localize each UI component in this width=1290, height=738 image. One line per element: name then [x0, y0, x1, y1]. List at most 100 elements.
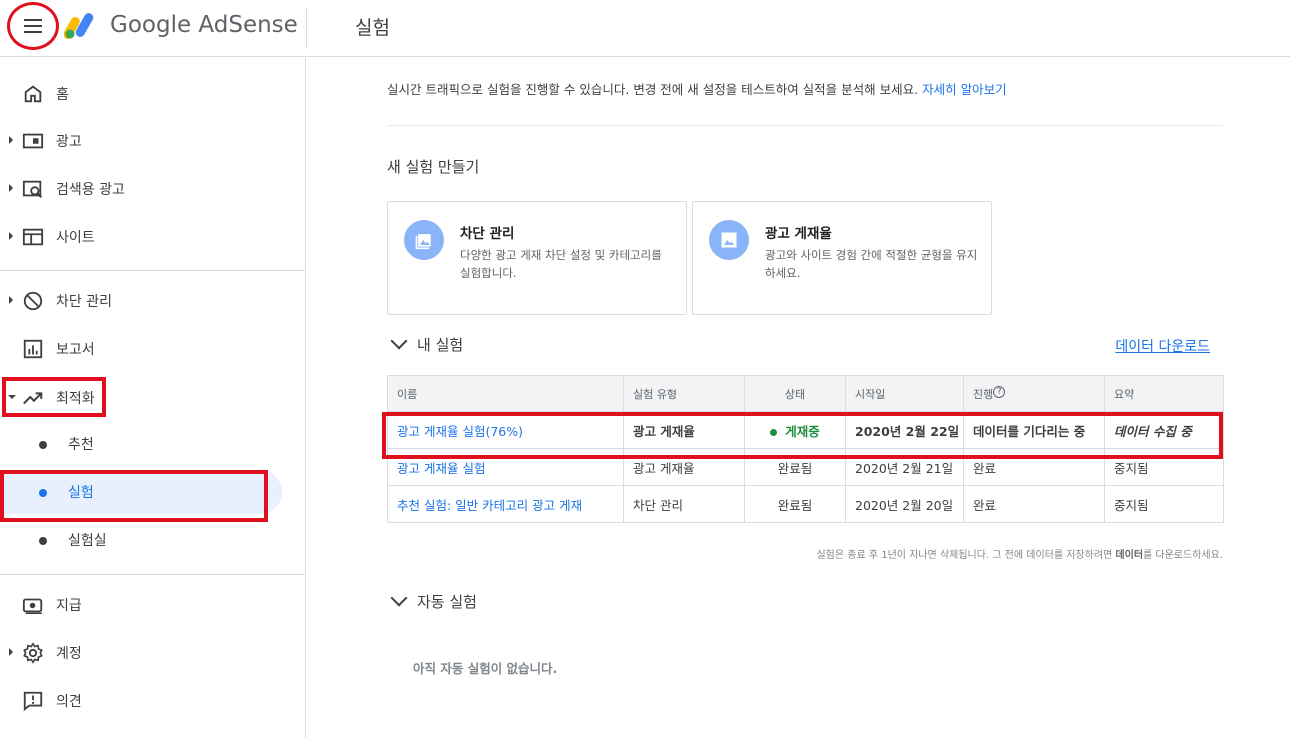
logo-text: Google AdSense — [110, 12, 298, 38]
sidebar-item-search-ads[interactable]: 검색용 광고 — [0, 168, 300, 208]
sidebar-subitem-experiments[interactable]: 실험 — [0, 470, 282, 514]
sidebar-subitem-recommendations[interactable]: 추천 — [0, 422, 300, 466]
sidebar-item-optimization[interactable]: 최적화 — [0, 377, 300, 417]
my-experiments-toggle[interactable]: 내 실험 — [390, 332, 464, 356]
card-description: 광고와 사이트 경험 간에 적절한 균형을 유지하세요. — [765, 248, 978, 280]
sidebar-subitem-label: 실험 — [68, 485, 94, 501]
experiment-type: 광고 게재율 — [623, 411, 745, 449]
auto-experiments-empty: 아직 자동 실험이 없습니다. — [413, 661, 558, 676]
trending-up-icon — [23, 392, 43, 405]
experiment-type: 차단 관리 — [623, 485, 745, 523]
experiment-start: 2020년 2월 21일 — [845, 448, 964, 486]
gear-icon — [23, 642, 43, 664]
sidebar-item-ads[interactable]: 광고 — [0, 120, 300, 160]
footnote-text-end: 를 다운로드하세요. — [1143, 550, 1223, 561]
experiment-name-link[interactable]: 광고 게재율 실험 — [397, 461, 485, 476]
experiment-start: 2020년 2월 22일 — [845, 411, 964, 449]
image-icon — [404, 220, 444, 260]
help-icon[interactable]: ? — [993, 385, 1006, 398]
main-content: 실시간 트래픽으로 실험을 진행할 수 있습니다. 변경 전에 새 설정을 테스… — [307, 58, 1290, 738]
experiments-table: 이름 실험 유형 상태 시작일 진행? 요약 광고 게재율 실험(76%) 광고… — [387, 375, 1224, 523]
column-header-progress[interactable]: 진행? — [963, 375, 1105, 412]
experiment-status: 완료됨 — [744, 485, 846, 523]
menu-highlight-circle — [7, 2, 59, 50]
auto-experiments-toggle[interactable]: 자동 실험 — [390, 589, 477, 613]
bullet-icon — [39, 537, 47, 545]
main-menu-button[interactable] — [7, 2, 59, 50]
block-icon — [23, 291, 43, 311]
sidebar-item-payments[interactable]: 지급 — [0, 584, 300, 624]
experiment-status: 완료됨 — [744, 448, 846, 486]
card-ad-balance[interactable]: 광고 게재율 광고와 사이트 경험 간에 적절한 균형을 유지하세요. — [692, 201, 992, 315]
sidebar-item-label: 사이트 — [56, 230, 95, 246]
table-row[interactable]: 추천 실험: 일반 카테고리 광고 게재 차단 관리 완료됨 2020년 2월 … — [387, 485, 1224, 523]
expand-arrow-icon — [9, 296, 13, 304]
new-experiment-title: 새 실험 만들기 — [387, 158, 480, 176]
column-header-type[interactable]: 실험 유형 — [623, 375, 745, 412]
sidebar-divider — [0, 270, 305, 271]
experiment-progress: 데이터를 기다리는 중 — [963, 411, 1105, 449]
sidebar-item-label: 계정 — [56, 646, 82, 662]
sidebar-item-label: 광고 — [56, 134, 82, 150]
sidebar-item-home[interactable]: 홈 — [0, 73, 300, 113]
experiment-status: 게재중 — [744, 411, 846, 449]
page-title: 실험 — [355, 17, 390, 39]
sidebar-subitem-labs[interactable]: 실험실 — [0, 518, 300, 562]
retention-footnote: 실험은 종료 후 1년이 지나면 삭제됩니다. 그 전에 데이터를 저장하려면 … — [816, 546, 1223, 561]
experiment-type: 광고 게재율 — [623, 448, 745, 486]
image-icon — [709, 220, 749, 260]
sidebar-item-account[interactable]: 계정 — [0, 632, 300, 672]
table-row[interactable]: 광고 게재율 실험(76%) 광고 게재율 게재중 2020년 2월 22일 데… — [387, 411, 1224, 449]
table-header-row: 이름 실험 유형 상태 시작일 진행? 요약 — [387, 375, 1224, 412]
home-icon — [24, 85, 42, 103]
reports-icon — [23, 339, 43, 359]
experiment-summary: 중지됨 — [1104, 448, 1224, 486]
expand-arrow-icon — [9, 648, 13, 656]
search-ads-icon — [22, 180, 43, 199]
download-data-link[interactable]: 데이터 다운로드 — [1115, 336, 1210, 356]
sidebar: 홈 광고 검색용 광고 사이트 차단 관리 보고서 최적화 추천 실험 실험실 … — [0, 58, 306, 738]
experiment-progress: 완료 — [963, 485, 1105, 523]
section-divider — [387, 125, 1223, 126]
learn-more-link[interactable]: 자세히 알아보기 — [922, 82, 1006, 97]
experiment-name-link[interactable]: 추천 실험: 일반 카테고리 광고 게재 — [397, 498, 582, 513]
column-header-start[interactable]: 시작일 — [845, 375, 964, 412]
my-experiments-title: 내 실험 — [417, 335, 464, 354]
sidebar-item-label: 보고서 — [56, 342, 95, 358]
sidebar-item-reports[interactable]: 보고서 — [0, 328, 300, 368]
sidebar-item-label: 차단 관리 — [56, 294, 112, 310]
experiment-start: 2020년 2월 20일 — [845, 485, 964, 523]
sidebar-item-blocking[interactable]: 차단 관리 — [0, 280, 300, 320]
adsense-logo-icon — [64, 13, 94, 39]
experiment-name-link[interactable]: 광고 게재율 실험(76%) — [397, 424, 523, 439]
experiment-summary: 중지됨 — [1104, 485, 1224, 523]
column-header-summary[interactable]: 요약 — [1104, 375, 1224, 412]
footnote-bold: 데이터 — [1115, 550, 1144, 561]
header-divider — [306, 8, 307, 48]
sidebar-divider — [0, 574, 305, 575]
top-app-bar: Google AdSense 실험 — [0, 0, 1290, 57]
card-title: 차단 관리 — [460, 226, 515, 242]
sidebar-item-sites[interactable]: 사이트 — [0, 216, 300, 256]
bullet-icon — [39, 489, 47, 497]
sidebar-item-label: 홈 — [56, 87, 69, 103]
status-label: 게재중 — [785, 423, 820, 439]
intro-description: 실시간 트래픽으로 실험을 진행할 수 있습니다. 변경 전에 새 설정을 테스… — [387, 82, 919, 97]
sites-icon — [22, 228, 44, 246]
card-description: 다양한 광고 게재 차단 설정 및 카테고리를 실험합니다. — [460, 248, 662, 280]
bullet-icon — [39, 441, 47, 449]
sidebar-item-feedback[interactable]: 의견 — [0, 680, 300, 720]
sidebar-subitem-label: 실험실 — [68, 533, 107, 549]
feedback-icon — [23, 691, 43, 712]
table-row[interactable]: 광고 게재율 실험 광고 게재율 완료됨 2020년 2월 21일 완료 중지됨 — [387, 448, 1224, 486]
footnote-text: 실험은 종료 후 1년이 지나면 삭제됩니다. 그 전에 데이터를 저장하려면 — [816, 550, 1116, 561]
sidebar-item-label: 검색용 광고 — [56, 182, 125, 198]
intro-text: 실시간 트래픽으로 실험을 진행할 수 있습니다. 변경 전에 새 설정을 테스… — [387, 79, 1007, 98]
column-header-name[interactable]: 이름 — [387, 375, 624, 412]
card-blocking-controls[interactable]: 차단 관리 다양한 광고 게재 차단 설정 및 카테고리를 실험합니다. — [387, 201, 687, 315]
expand-arrow-icon — [9, 184, 13, 192]
chevron-down-icon — [390, 589, 408, 607]
chevron-down-icon — [390, 332, 408, 350]
status-live-icon — [770, 428, 778, 436]
column-header-status[interactable]: 상태 — [744, 375, 846, 412]
